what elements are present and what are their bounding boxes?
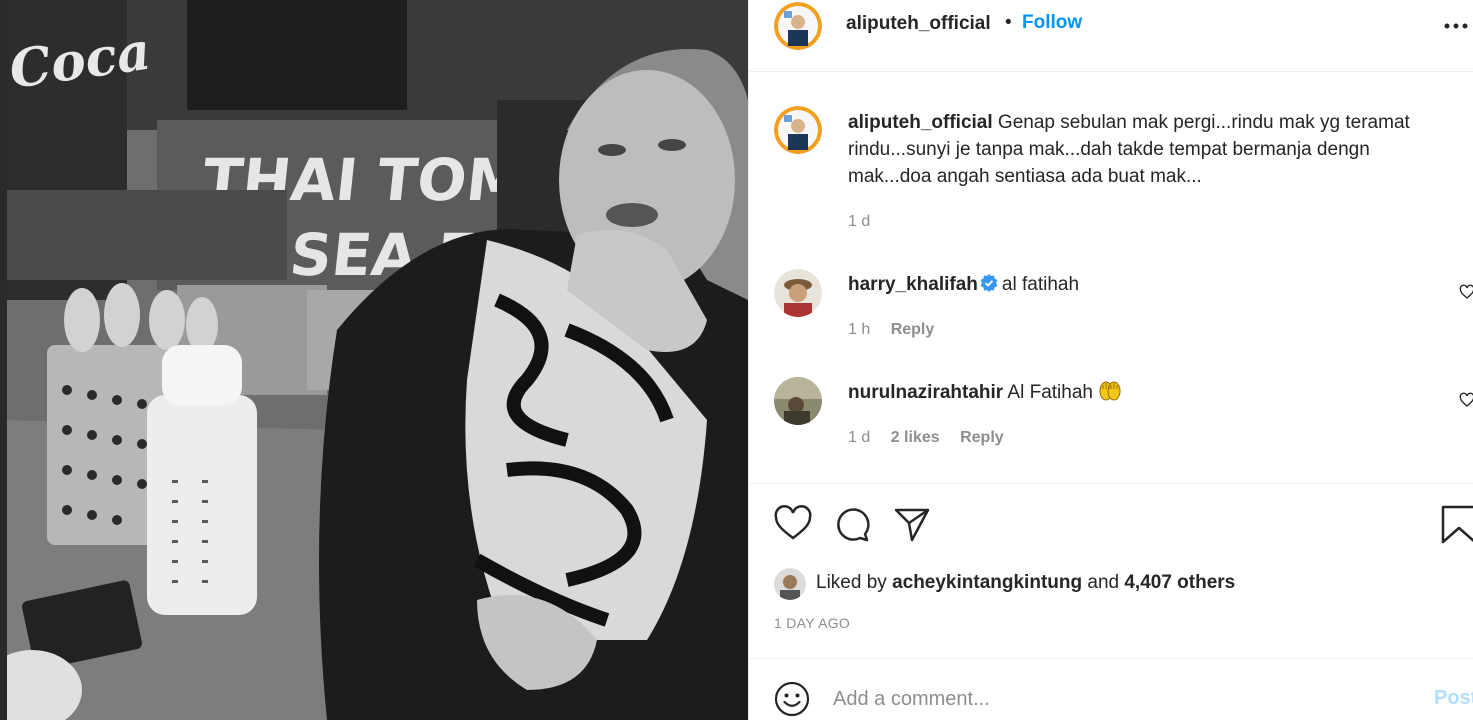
- post-side-panel: aliputeh_official • Follow aliputeh_offi…: [748, 0, 1473, 720]
- comment-time[interactable]: 1 d: [848, 429, 870, 446]
- comment-body: Al Fatihah: [1007, 382, 1093, 403]
- caption-username[interactable]: aliputeh_official: [848, 112, 993, 133]
- post-photo[interactable]: Coca THAI TOM SEA F: [0, 0, 748, 720]
- comment-body: al fatihah: [1001, 274, 1080, 295]
- comment-like-heart-icon[interactable]: [1459, 392, 1473, 408]
- share-paper-plane-icon[interactable]: [892, 504, 932, 544]
- comment-avatar[interactable]: [774, 269, 822, 317]
- follow-button[interactable]: Follow: [1022, 12, 1082, 34]
- add-comment-bar: Post: [749, 658, 1473, 720]
- liked-by-text: Liked by acheykintangkintung and 4,407 o…: [816, 572, 1235, 594]
- liked-by-prefix: Liked by: [816, 572, 887, 593]
- caption-time[interactable]: 1 d: [848, 213, 870, 230]
- comment-avatar[interactable]: [774, 377, 822, 425]
- verified-badge-icon: [980, 274, 998, 292]
- header-separator: •: [1005, 12, 1012, 33]
- caption-text: aliputeh_official Genap sebulan mak perg…: [848, 109, 1458, 190]
- liked-by-others[interactable]: 4,407 others: [1124, 572, 1235, 593]
- liker-avatar[interactable]: [774, 568, 806, 600]
- comment-meta: 1 d 2 likes Reply: [848, 429, 1020, 447]
- comment-reply-button[interactable]: Reply: [891, 321, 935, 338]
- comments-list: aliputeh_official Genap sebulan mak perg…: [749, 73, 1473, 483]
- caption-meta: 1 d: [848, 213, 886, 231]
- comment-likes-count[interactable]: 2 likes: [891, 429, 940, 446]
- post-comment-button[interactable]: Post: [1434, 687, 1473, 710]
- author-avatar[interactable]: [774, 2, 822, 50]
- comment-text: nurulnazirahtahir Al Fatihah: [848, 379, 1122, 406]
- post-header: aliputeh_official • Follow: [749, 0, 1473, 72]
- add-comment-input[interactable]: [833, 685, 1393, 713]
- comment-username[interactable]: nurulnazirahtahir: [848, 382, 1003, 403]
- like-heart-icon[interactable]: [773, 504, 813, 544]
- comment-like-heart-icon[interactable]: [1459, 284, 1473, 300]
- comment-text: harry_khalifah al fatihah: [848, 271, 1079, 298]
- comment-bubble-icon[interactable]: [832, 504, 872, 544]
- caption-avatar[interactable]: [774, 106, 822, 154]
- raised-hands-icon: [1099, 381, 1121, 401]
- more-options-icon[interactable]: [1443, 16, 1469, 36]
- comment-meta: 1 h Reply: [848, 321, 950, 339]
- author-username[interactable]: aliputeh_official: [846, 13, 991, 35]
- post-actions-bar: [749, 483, 1473, 563]
- post-time-ago[interactable]: 1 DAY AGO: [774, 615, 850, 631]
- comment-time[interactable]: 1 h: [848, 321, 870, 338]
- liked-by-and: and: [1087, 572, 1120, 593]
- post-image: Coca THAI TOM SEA F: [7, 0, 748, 720]
- liked-by-user[interactable]: acheykintangkintung: [892, 572, 1082, 593]
- comment-reply-button[interactable]: Reply: [960, 429, 1004, 446]
- bookmark-save-icon[interactable]: [1439, 504, 1473, 544]
- emoji-smiley-icon[interactable]: [774, 681, 810, 717]
- comment-username[interactable]: harry_khalifah: [848, 274, 978, 295]
